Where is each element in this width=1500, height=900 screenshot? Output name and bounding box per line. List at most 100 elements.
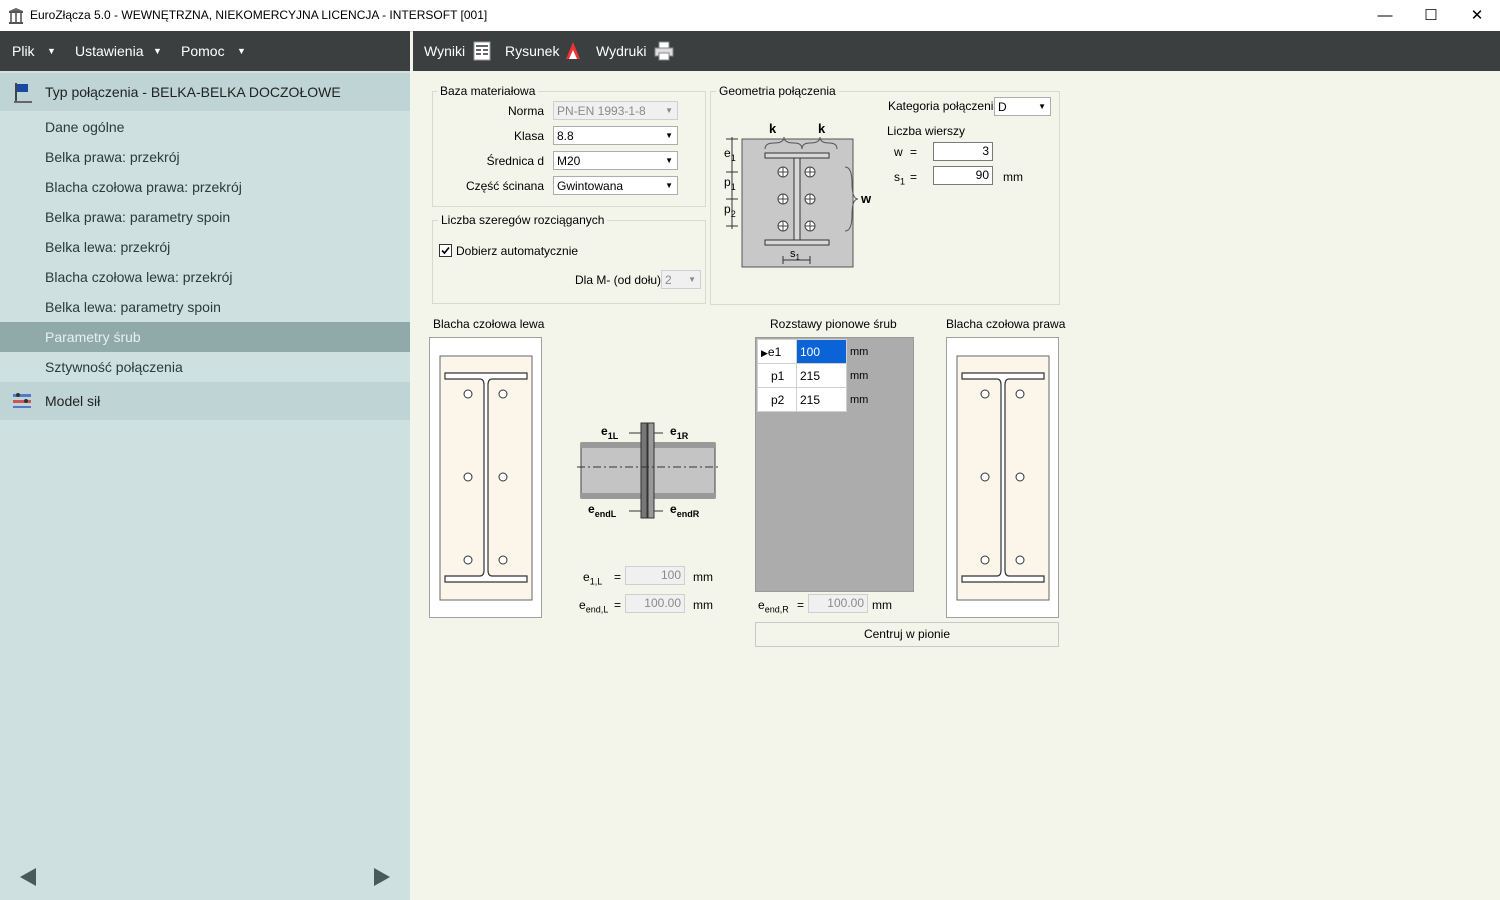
window-title: EuroZłącza 5.0 - WEWNĘTRZNA, NIEKOMERCYJ… xyxy=(30,8,488,22)
auto-select-checkbox[interactable] xyxy=(439,244,452,257)
subscript: 1 xyxy=(731,153,736,163)
s1-input[interactable]: 90 xyxy=(933,166,993,185)
e1l-input[interactable]: 100 xyxy=(625,566,685,585)
spacing-value-cell[interactable]: 100 xyxy=(796,339,847,364)
subscript: endL xyxy=(595,509,617,519)
menu-ustawienia[interactable]: Ustawienia xyxy=(75,43,143,59)
flag-icon xyxy=(14,83,32,103)
chevron-down-icon[interactable]: ▼ xyxy=(153,46,162,56)
sidebar-section-label: Typ połączenia - BELKA-BELKA DOCZOŁOWE xyxy=(45,84,341,100)
svg-text:p1: p1 xyxy=(724,175,736,192)
czesc-scinana-label: Część ścinana xyxy=(465,179,544,193)
sidebar-item-belka-prawa-przekroj[interactable]: Belka prawa: przekrój xyxy=(0,142,410,172)
sidebar-section-label: Model sił xyxy=(45,393,101,409)
unit-label: mm xyxy=(693,598,713,612)
subscript: 1 xyxy=(796,253,801,262)
svg-text:e1: e1 xyxy=(724,146,736,163)
spacing-value-cell[interactable]: 215 xyxy=(796,387,847,412)
svg-text:p2: p2 xyxy=(724,202,736,219)
chevron-down-icon[interactable]: ▼ xyxy=(47,46,56,56)
kategoria-select[interactable]: D ▼ xyxy=(994,97,1051,116)
endl-input[interactable]: 100.00 xyxy=(625,594,685,613)
klasa-label: Klasa xyxy=(513,129,544,143)
sidebar-item-blacha-prawa[interactable]: Blacha czołowa prawa: przekrój xyxy=(0,172,410,202)
sidebar-navigation xyxy=(0,853,410,900)
e1l-label: e1,L xyxy=(583,570,603,587)
sidebar-item-belka-lewa-spoiny[interactable]: Belka lewa: parametry spoin xyxy=(0,292,410,322)
s1-field-label: s1 xyxy=(894,170,906,187)
endr-input[interactable]: 100.00 xyxy=(808,594,868,613)
arrow-left-icon[interactable] xyxy=(18,867,38,887)
equals-sign: = xyxy=(910,145,918,159)
drawing-icon[interactable] xyxy=(563,41,583,61)
results-button[interactable]: Wyniki xyxy=(424,43,465,59)
unit-label: mm xyxy=(846,387,878,412)
row-name: ▶e1 xyxy=(757,339,797,364)
sidebar-section-model-sil[interactable]: Model sił xyxy=(0,382,410,420)
chevron-down-icon: ▼ xyxy=(1038,102,1046,111)
connection-geometry-diagram: k k w e1 p1 p2 s1 xyxy=(724,121,872,268)
spacing-grid: ▶e1 100 mm p1 215 mm p2 215 mm xyxy=(755,337,914,592)
sidebar-item-sztywnosc[interactable]: Sztywność połączenia xyxy=(0,352,410,382)
sidebar-item-blacha-lewa[interactable]: Blacha czołowa lewa: przekrój xyxy=(0,262,410,292)
group-title: Baza materiałowa xyxy=(437,84,539,98)
norma-select[interactable]: PN-EN 1993-1-8 ▼ xyxy=(553,101,678,120)
table-row[interactable]: p1 215 mm xyxy=(757,363,878,388)
czesc-scinana-select[interactable]: Gwintowana ▼ xyxy=(553,176,678,195)
close-button[interactable]: ✕ xyxy=(1454,0,1500,31)
sidebar-item-belka-prawa-spoiny[interactable]: Belka prawa: parametry spoin xyxy=(0,202,410,232)
menu-pomoc[interactable]: Pomoc xyxy=(181,43,225,59)
subscript: 1L xyxy=(608,431,619,441)
table-row[interactable]: p2 215 mm xyxy=(757,387,878,412)
printer-icon[interactable] xyxy=(654,41,674,61)
norma-label: Norma xyxy=(507,104,544,118)
spacing-value-cell[interactable]: 215 xyxy=(796,363,847,388)
row-name: p1 xyxy=(757,363,797,388)
unit-label: mm xyxy=(872,598,892,612)
title-bar: EuroZłącza 5.0 - WEWNĘTRZNA, NIEKOMERCYJ… xyxy=(0,0,1500,32)
row-pointer-icon: ▶ xyxy=(761,347,768,358)
srednica-select[interactable]: M20 ▼ xyxy=(553,151,678,170)
k-label: k xyxy=(818,121,826,136)
w-input[interactable]: 3 xyxy=(933,142,993,161)
w-field-label: w xyxy=(894,145,903,159)
maximize-button[interactable]: ☐ xyxy=(1408,0,1454,31)
svg-text:e1R: e1R xyxy=(670,424,689,441)
left-plate-title: Blacha czołowa lewa xyxy=(433,317,545,331)
center-vertically-button[interactable]: Centruj w pionie xyxy=(755,622,1059,647)
sidebar-item-dane-ogolne[interactable]: Dane ogólne xyxy=(0,112,410,142)
menu-plik[interactable]: Plik xyxy=(12,43,35,59)
menu-bar: Plik ▼ Ustawienia ▼ Pomoc ▼ xyxy=(0,31,410,71)
minimize-button[interactable]: — xyxy=(1362,0,1408,31)
prints-button[interactable]: Wydruki xyxy=(596,43,646,59)
group-title: Liczba szeregów rozciąganych xyxy=(438,213,608,227)
chevron-down-icon: ▼ xyxy=(665,181,673,190)
subscript: 1R xyxy=(677,431,689,441)
endr-label: eend,R xyxy=(758,598,789,615)
dla-m-label: Dla M- (od dołu): xyxy=(575,273,665,287)
klasa-select[interactable]: 8.8 ▼ xyxy=(553,126,678,145)
chevron-down-icon: ▼ xyxy=(688,275,696,284)
sidebar-section-connection-type[interactable]: Typ połączenia - BELKA-BELKA DOCZOŁOWE xyxy=(0,73,410,111)
right-plate-view xyxy=(946,337,1059,618)
auto-select-label: Dobierz automatycznie xyxy=(456,244,579,258)
drawing-button[interactable]: Rysunek xyxy=(505,43,559,59)
results-table-icon[interactable] xyxy=(472,41,492,61)
row-name: p2 xyxy=(757,387,797,412)
arrow-right-icon[interactable] xyxy=(372,867,392,887)
svg-text:e1L: e1L xyxy=(601,424,619,441)
endl-label: eend,L xyxy=(579,598,609,615)
unit-label: mm xyxy=(846,339,878,364)
chevron-down-icon[interactable]: ▼ xyxy=(237,46,246,56)
table-row[interactable]: ▶e1 100 mm xyxy=(757,339,878,364)
dla-m-select[interactable]: 2 ▼ xyxy=(661,270,701,289)
spacing-table: ▶e1 100 mm p1 215 mm p2 215 mm xyxy=(757,339,878,412)
srednica-label: Średnica d xyxy=(486,154,544,168)
main-content: Baza materiałowa Norma PN-EN 1993-1-8 ▼ K… xyxy=(413,71,1500,900)
left-plate-drawing xyxy=(439,355,533,601)
chevron-down-icon: ▼ xyxy=(665,106,673,115)
sidebar-item-parametry-srub[interactable]: Parametry śrub xyxy=(0,322,410,352)
subscript: 1 xyxy=(731,182,736,192)
chevron-down-icon: ▼ xyxy=(665,156,673,165)
sidebar-item-belka-lewa-przekroj[interactable]: Belka lewa: przekrój xyxy=(0,232,410,262)
